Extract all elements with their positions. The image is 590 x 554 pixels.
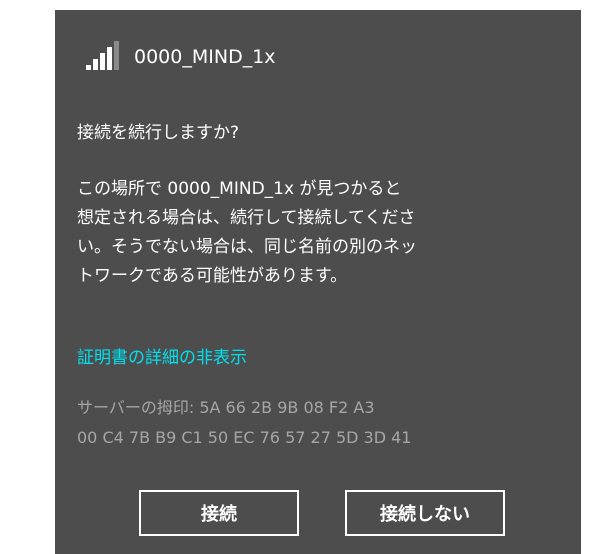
description-line: この場所で 0000_MIND_1x が見つかると <box>77 179 402 199</box>
description-line: い。そうでない場合は、同じ名前の別のネッ <box>77 237 417 257</box>
signal-bar <box>107 47 112 70</box>
network-connect-dialog: 0000_MIND_1x 接続を続行しますか? この場所で 0000_MIND_… <box>55 10 581 554</box>
signal-bar <box>86 65 91 70</box>
server-thumbprint: サーバーの拇印: 5A 66 2B 9B 08 F2 A3 00 C4 7B B… <box>77 393 557 453</box>
description-line: 想定される場合は、続行して接続してくださ <box>77 208 416 228</box>
signal-bar <box>100 53 105 70</box>
hide-certificate-details-link[interactable]: 証明書の詳細の非表示 <box>77 343 247 368</box>
network-name: 0000_MIND_1x <box>134 46 276 68</box>
connect-button[interactable]: 接続 <box>139 490 299 536</box>
connection-description: この場所で 0000_MIND_1x が見つかると 想定される場合は、続行して接… <box>77 175 517 291</box>
network-header: 0000_MIND_1x <box>80 40 276 74</box>
signal-bar <box>93 59 98 70</box>
description-line: トワークである可能性があります。 <box>77 266 348 286</box>
continue-question: 接続を続行しますか? <box>77 123 240 143</box>
thumbprint-line: サーバーの拇印: 5A 66 2B 9B 08 F2 A3 <box>77 398 375 417</box>
thumbprint-line: 00 C4 7B B9 C1 50 EC 76 57 27 5D 3D 41 <box>77 428 412 447</box>
signal-bar <box>114 41 119 70</box>
dont-connect-button[interactable]: 接続しない <box>345 490 505 536</box>
wifi-signal-icon <box>80 41 120 73</box>
